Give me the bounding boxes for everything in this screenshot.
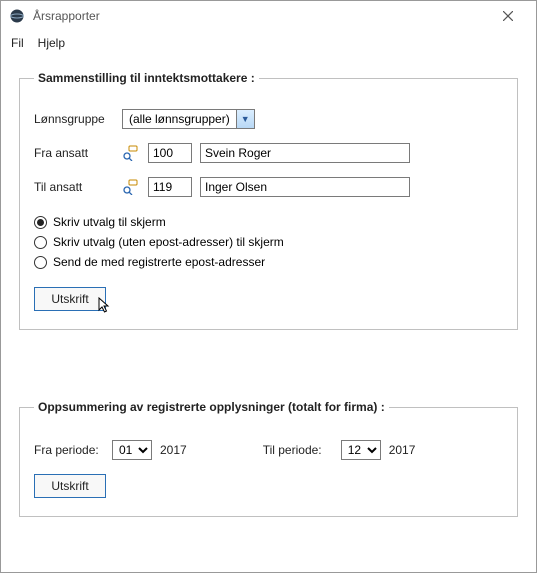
group-sammenstilling: Sammenstilling til inntektsmottakere : L… [19,71,518,330]
radio-send-epost[interactable]: Send de med registrerte epost-adresser [34,255,503,269]
output-radio-group: Skriv utvalg til skjerm Skriv utvalg (ut… [34,215,503,269]
til-ansatt-name-input[interactable] [200,177,410,197]
radio-label: Send de med registrerte epost-adresser [53,255,265,269]
fra-ansatt-label: Fra ansatt [34,146,114,160]
titlebar: Årsrapporter [1,1,536,31]
group-oppsummering: Oppsummering av registrerte opplysninger… [19,400,518,517]
app-icon [9,8,25,24]
til-periode-year: 2017 [389,443,416,457]
til-periode: Til periode: 12 2017 [263,440,416,460]
content: Sammenstilling til inntektsmottakere : L… [1,55,536,527]
fra-ansatt-name-input[interactable] [200,143,410,163]
menu-fil[interactable]: Fil [11,36,24,50]
lonnsgruppe-value: (alle lønnsgrupper) [123,112,236,126]
radio-icon [34,256,47,269]
button-row: Utskrift [34,474,503,498]
til-periode-select[interactable]: 12 [341,440,381,460]
fra-periode-label: Fra periode: [34,443,104,457]
radio-label: Skriv utvalg til skjerm [53,215,166,229]
group-sammenstilling-legend: Sammenstilling til inntektsmottakere : [34,71,259,85]
til-ansatt-label: Til ansatt [34,180,114,194]
lonnsgruppe-label: Lønnsgruppe [34,112,114,126]
row-lonnsgruppe: Lønnsgruppe (alle lønnsgrupper) ▼ [34,109,503,129]
row-til-ansatt: Til ansatt [34,177,503,197]
fra-periode: Fra periode: 01 2017 [34,440,187,460]
radio-label: Skriv utvalg (uten epost-adresser) til s… [53,235,284,249]
button-row: Utskrift [34,287,503,311]
til-periode-label: Til periode: [263,443,333,457]
lookup-icon[interactable] [122,178,140,196]
lonnsgruppe-dropdown[interactable]: (alle lønnsgrupper) ▼ [122,109,255,129]
lookup-icon[interactable] [122,144,140,162]
fra-periode-year: 2017 [160,443,187,457]
radio-icon [34,216,47,229]
radio-skriv-utvalg-skjerm[interactable]: Skriv utvalg til skjerm [34,215,503,229]
close-button[interactable] [488,2,528,30]
radio-skriv-utvalg-uten-epost[interactable]: Skriv utvalg (uten epost-adresser) til s… [34,235,503,249]
menubar: Fil Hjelp [1,31,536,55]
utskrift-button[interactable]: Utskrift [34,287,106,311]
til-ansatt-id-input[interactable] [148,177,192,197]
chevron-down-icon[interactable]: ▼ [236,110,254,128]
fra-ansatt-id-input[interactable] [148,143,192,163]
utskrift-button[interactable]: Utskrift [34,474,106,498]
window-title: Årsrapporter [33,9,488,23]
fra-periode-select[interactable]: 01 [112,440,152,460]
group-oppsummering-legend: Oppsummering av registrerte opplysninger… [34,400,389,414]
menu-hjelp[interactable]: Hjelp [38,36,65,50]
period-row: Fra periode: 01 2017 Til periode: 12 201… [34,440,503,460]
row-fra-ansatt: Fra ansatt [34,143,503,163]
radio-icon [34,236,47,249]
